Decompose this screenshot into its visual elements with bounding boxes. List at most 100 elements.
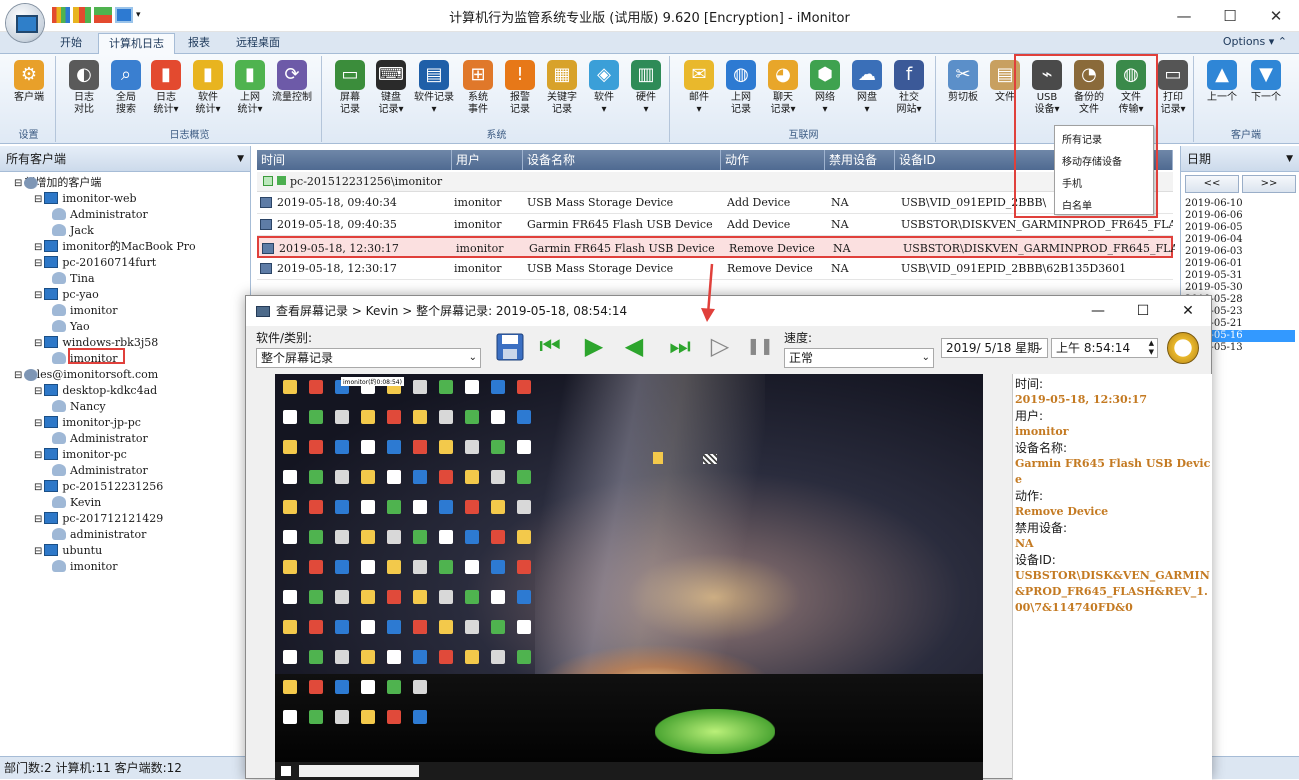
ribbon-button-keyword-record[interactable]: ▦ 关键字 记录 xyxy=(541,56,583,128)
viewer-maximize-button[interactable]: ☐ xyxy=(1120,296,1166,326)
group-row[interactable]: pc-201512231256\imonitor xyxy=(257,172,1173,192)
expander-icon[interactable]: ⊟ xyxy=(14,178,22,189)
prev-dates-button[interactable]: << xyxy=(1185,175,1239,193)
ribbon-button-client-settings[interactable]: ⚙ 客户端 xyxy=(8,56,50,128)
date-item[interactable]: 2019-05-30 xyxy=(1185,282,1243,294)
expander-icon[interactable]: ⊟ xyxy=(34,546,42,557)
menu-whitelist[interactable]: 白名单 xyxy=(1055,196,1153,218)
collapse-icon[interactable] xyxy=(263,176,273,186)
col-disable-device[interactable]: 禁用设备 xyxy=(825,150,895,170)
tree-node-user[interactable]: Nancy xyxy=(52,399,106,415)
menu-all-records[interactable]: 所有记录 xyxy=(1055,130,1153,152)
close-button[interactable]: ✕ xyxy=(1253,0,1299,32)
tree-node-grp[interactable]: ⊟ sales@imonitorsoft.com xyxy=(14,367,158,383)
clients-pane-header[interactable]: 所有客户端 ▼ xyxy=(0,146,250,172)
ribbon-button-log-compare[interactable]: ◐ 日志 对比 xyxy=(63,56,105,128)
tree-node-user[interactable]: Yao xyxy=(52,319,90,335)
ribbon-button-system-events[interactable]: ⊞ 系统 事件 xyxy=(457,56,499,128)
viewer-minimize-button[interactable]: — xyxy=(1075,296,1121,326)
col-user[interactable]: 用户 xyxy=(452,150,523,170)
ribbon-button-software-record[interactable]: ▤ 软件记录 ▾ xyxy=(413,56,455,128)
tab-reports[interactable]: 报表 xyxy=(178,33,220,54)
expander-icon[interactable]: ⊟ xyxy=(34,290,42,301)
maximize-button[interactable]: ☐ xyxy=(1207,0,1253,32)
expander-icon[interactable]: ⊟ xyxy=(34,514,42,525)
options-menu[interactable]: Options ▾ ⌃ xyxy=(1223,35,1287,48)
tree-node-comp[interactable]: ⊟ imonitor-pc xyxy=(34,447,127,463)
ribbon-button-log-stats[interactable]: ▮ 日志 统计▾ xyxy=(145,56,187,128)
expander-icon[interactable]: ⊟ xyxy=(34,338,42,349)
date-item[interactable]: 2019-05-31 xyxy=(1185,270,1243,282)
pause-button[interactable]: ❚❚ xyxy=(744,332,776,362)
tree-node-user[interactable]: Jack xyxy=(52,223,94,239)
speed-select[interactable]: 正常 ⌄ xyxy=(784,348,934,368)
ribbon-button-usb-device[interactable]: ⌁ USB 设备▾ xyxy=(1026,56,1068,128)
ribbon-button-alarm-record[interactable]: ! 报警 记录 xyxy=(499,56,541,128)
menu-phone[interactable]: 手机 xyxy=(1055,174,1153,196)
tree-node-comp[interactable]: ⊟ imonitor的MacBook Pro xyxy=(34,239,196,255)
table-row[interactable]: 2019-05-18, 09:40:35 imonitor Garmin FR645… xyxy=(257,214,1173,236)
back-button[interactable]: ◀ xyxy=(618,332,650,362)
date-item[interactable]: 2019-06-04 xyxy=(1185,234,1243,246)
ribbon-button-screen-record[interactable]: ▭ 屏幕 记录 xyxy=(329,56,371,128)
time-picker[interactable]: 上午 8:54:14 ▲ ▼ xyxy=(1051,338,1158,358)
viewer-close-button[interactable]: ✕ xyxy=(1165,296,1211,326)
ribbon-button-cloud-disk[interactable]: ☁ 网盘 ▾ xyxy=(846,56,888,128)
next-dates-button[interactable]: >> xyxy=(1242,175,1296,193)
tree-node-comp[interactable]: ⊟ pc-201712121429 xyxy=(34,511,163,527)
ribbon-button-hardware[interactable]: ▥ 硬件 ▾ xyxy=(625,56,667,128)
expander-icon[interactable]: ⊟ xyxy=(34,450,42,461)
ribbon-button-software-stats[interactable]: ▮ 软件 统计▾ xyxy=(187,56,229,128)
expander-icon[interactable]: ⊟ xyxy=(34,194,42,205)
expander-icon[interactable]: ⊟ xyxy=(14,370,22,381)
save-icon[interactable] xyxy=(494,332,526,362)
chevron-down-icon[interactable]: ▼ xyxy=(237,146,244,172)
tree-node-comp[interactable]: ⊟ pc-yao xyxy=(34,287,99,303)
ribbon-button-web-record[interactable]: ◍ 上网 记录 xyxy=(720,56,762,128)
tree-node-user[interactable]: Kevin xyxy=(52,495,101,511)
tree-node-user[interactable]: Tina xyxy=(52,271,95,287)
screen-capture[interactable]: imonitor(约0:08:54) xyxy=(275,374,983,780)
tree-node-user[interactable]: imonitor xyxy=(52,559,117,575)
expander-icon[interactable]: ⊟ xyxy=(34,242,42,253)
ribbon-button-social-sites[interactable]: f 社交 网站▾ xyxy=(888,56,930,128)
date-pane-header[interactable]: 日期 ▼ xyxy=(1181,146,1299,172)
tree-node-user[interactable]: Administrator xyxy=(52,463,148,479)
tree-node-comp[interactable]: ⊟ pc-20160714furt xyxy=(34,255,156,271)
ribbon-button-mail[interactable]: ✉ 邮件 ▾ xyxy=(678,56,720,128)
expander-icon[interactable]: ⊟ xyxy=(34,386,42,397)
expander-icon[interactable]: ⊟ xyxy=(34,418,42,429)
ribbon-button-network[interactable]: ⬢ 网络 ▾ xyxy=(804,56,846,128)
play-button[interactable]: ▷ xyxy=(704,332,736,362)
ribbon-button-search[interactable]: ⌕ 全局 搜索 xyxy=(105,56,147,128)
tree-node-user[interactable]: administrator xyxy=(52,527,146,543)
ribbon-button-clipboard[interactable]: ✂ 剪切板 xyxy=(942,56,984,128)
date-item[interactable]: 2019-06-05 xyxy=(1185,222,1243,234)
ribbon-button-previous-arrow[interactable]: ▲ 上一个 xyxy=(1201,56,1243,128)
menu-removable-storage[interactable]: 移动存储设备 xyxy=(1055,152,1153,174)
expander-icon[interactable]: ⊟ xyxy=(34,482,42,493)
tree-node-comp[interactable]: ⊟ pc-201512231256 xyxy=(34,479,163,495)
category-select[interactable]: 整个屏幕记录 ⌄ xyxy=(256,348,481,368)
ribbon-button-web-stats[interactable]: ▮ 上网 统计▾ xyxy=(229,56,271,128)
date-item[interactable]: 2019-06-01 xyxy=(1185,258,1243,270)
tree-node-user[interactable]: imonitor xyxy=(52,303,117,319)
tree-node-user[interactable]: Administrator xyxy=(52,207,148,223)
ribbon-button-next-arrow[interactable]: ▼ 下一个 xyxy=(1245,56,1287,128)
ribbon-button-chat-record[interactable]: ◕ 聊天 记录▾ xyxy=(762,56,804,128)
tree-node-comp[interactable]: ⊟ ubuntu xyxy=(34,543,102,559)
ribbon-button-backup-files[interactable]: ◔ 备份的 文件 xyxy=(1068,56,1110,128)
date-item[interactable]: 2019-06-10 xyxy=(1185,198,1243,210)
expander-icon[interactable]: ⊟ xyxy=(34,258,42,269)
col-action[interactable]: 动作 xyxy=(721,150,825,170)
col-time[interactable]: 时间 xyxy=(257,150,452,170)
table-row[interactable]: 2019-05-18, 12:30:17 imonitor Garmin FR645… xyxy=(257,236,1175,258)
tree-node-comp[interactable]: ⊟ imonitor-jp-pc xyxy=(34,415,141,431)
date-item[interactable]: 2019-06-03 xyxy=(1185,246,1243,258)
first-button[interactable]: ⏮ xyxy=(534,332,566,362)
tab-computer-log[interactable]: 计算机日志 xyxy=(98,33,175,54)
clock-icon[interactable] xyxy=(1167,332,1199,364)
app-logo-icon[interactable] xyxy=(6,4,44,42)
last-button[interactable]: ⏭ xyxy=(664,332,696,362)
col-device-name[interactable]: 设备名称 xyxy=(523,150,721,170)
